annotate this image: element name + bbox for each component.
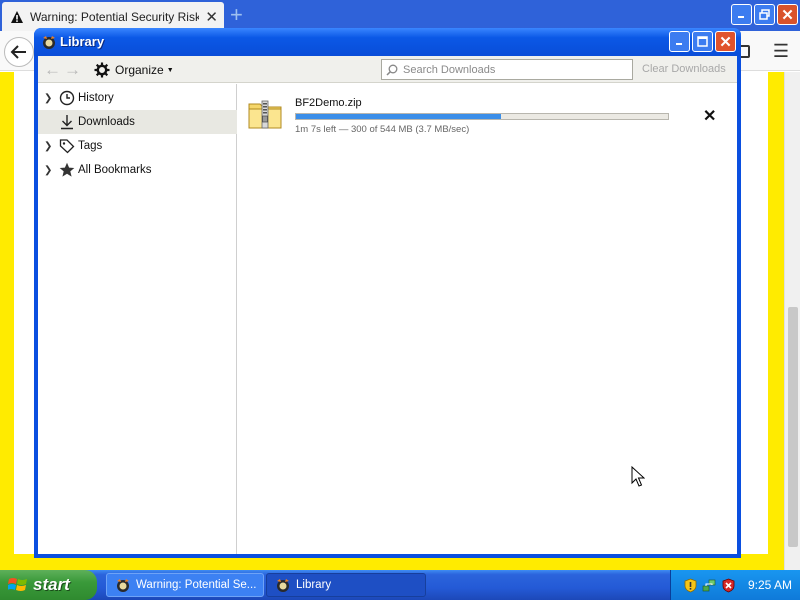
sidebar-item-label: All Bookmarks	[78, 164, 152, 176]
search-box[interactable]	[381, 59, 633, 80]
sidebar-item-label: History	[78, 92, 114, 104]
security-shield-icon[interactable]	[683, 578, 698, 593]
library-titlebar[interactable]: Library ✕	[34, 28, 741, 56]
browser-minimize-button[interactable]	[731, 4, 752, 25]
taskbar: start Warning: Potential Se... Library 9…	[0, 570, 800, 600]
expand-chevron-icon[interactable]: ❯	[44, 93, 58, 104]
library-close-button[interactable]: ✕	[715, 31, 736, 52]
mouse-cursor-icon	[631, 466, 645, 487]
library-minimize-button[interactable]	[669, 31, 690, 52]
gear-icon	[94, 62, 110, 78]
tab-title: Warning: Potential Security Risk A	[30, 9, 200, 24]
library-maximize-button[interactable]	[692, 31, 713, 52]
tab-close-icon[interactable]: ✕	[205, 8, 218, 26]
download-item[interactable]: BF2Demo.zip 1m 7s left — 300 of 544 MB (…	[248, 96, 728, 140]
download-status: 1m 7s left — 300 of 544 MB (3.7 MB/sec)	[295, 124, 470, 135]
taskbar-item-label: Library	[296, 579, 332, 591]
sidebar-item-label: Tags	[78, 140, 103, 152]
clear-downloads-button[interactable]: Clear Downloads	[642, 63, 726, 75]
taskbar-item-firefox[interactable]: Warning: Potential Se...	[106, 573, 264, 597]
sidebar-item-tags[interactable]: ❯ Tags	[38, 134, 237, 158]
star-icon	[58, 161, 76, 179]
tag-icon	[58, 137, 76, 155]
firefox-icon	[43, 36, 55, 49]
clock-icon	[58, 89, 76, 107]
system-tray: 9:25 AM	[670, 570, 800, 600]
browser-close-button[interactable]: ✕	[777, 4, 798, 25]
sidebar-item-label: Downloads	[78, 116, 135, 128]
forward-arrow-icon[interactable]: →	[64, 61, 81, 78]
library-title: Library	[60, 34, 105, 49]
back-button[interactable]	[4, 37, 34, 67]
download-arrow-icon	[58, 113, 76, 131]
organize-button[interactable]: Organize ▼	[94, 60, 174, 80]
firefox-icon	[277, 579, 289, 592]
taskbar-clock: 9:25 AM	[748, 578, 793, 592]
search-downloads-input[interactable]	[403, 63, 623, 76]
library-toolbar: ← → Organize ▼ Search Downloads Clear Do…	[38, 56, 737, 83]
warning-icon	[11, 10, 23, 23]
windows-logo-icon	[8, 578, 27, 591]
browser-restore-button[interactable]	[754, 4, 775, 25]
tab-strip: Warning: Potential Security Risk A ✕ + ✕	[0, 0, 800, 31]
hamburger-menu-icon[interactable]: ☰	[770, 40, 792, 62]
downloads-list: BF2Demo.zip 1m 7s left — 300 of 544 MB (…	[238, 84, 737, 554]
sidebar-item-history[interactable]: ❯ History	[38, 86, 237, 110]
start-label: start	[33, 575, 70, 594]
page-scrollbar[interactable]	[784, 72, 800, 570]
firefox-icon	[117, 579, 129, 592]
network-icon[interactable]	[702, 578, 717, 593]
sidebar-item-all-bookmarks[interactable]: ❯ All Bookmarks	[38, 158, 237, 182]
sidebar-item-downloads[interactable]: Downloads	[38, 110, 237, 134]
taskbar-item-label: Warning: Potential Se...	[136, 579, 257, 591]
back-arrow-icon	[10, 45, 26, 59]
taskbar-item-library[interactable]: Library	[266, 573, 426, 597]
expand-chevron-icon[interactable]: ❯	[44, 141, 58, 152]
download-progress-fill	[296, 114, 501, 119]
download-progress-bar	[295, 113, 669, 120]
organize-label: Organize	[115, 63, 164, 77]
search-icon	[386, 64, 398, 76]
start-button[interactable]: start	[0, 570, 97, 600]
zip-folder-icon	[248, 100, 282, 129]
library-sidebar: ❯ History Downloads ❯ Tags ❯ All Bookmar…	[38, 84, 237, 554]
new-tab-button[interactable]: +	[230, 4, 243, 26]
scrollbar-thumb[interactable]	[788, 307, 798, 547]
download-filename: BF2Demo.zip	[295, 97, 362, 109]
alert-shield-icon[interactable]	[721, 578, 736, 593]
chevron-down-icon: ▼	[166, 66, 174, 74]
cancel-download-icon[interactable]: ✕	[703, 106, 716, 126]
back-arrow-icon[interactable]: ←	[44, 61, 61, 78]
expand-chevron-icon[interactable]: ❯	[44, 165, 58, 176]
browser-tab[interactable]: Warning: Potential Security Risk A ✕	[2, 2, 224, 31]
